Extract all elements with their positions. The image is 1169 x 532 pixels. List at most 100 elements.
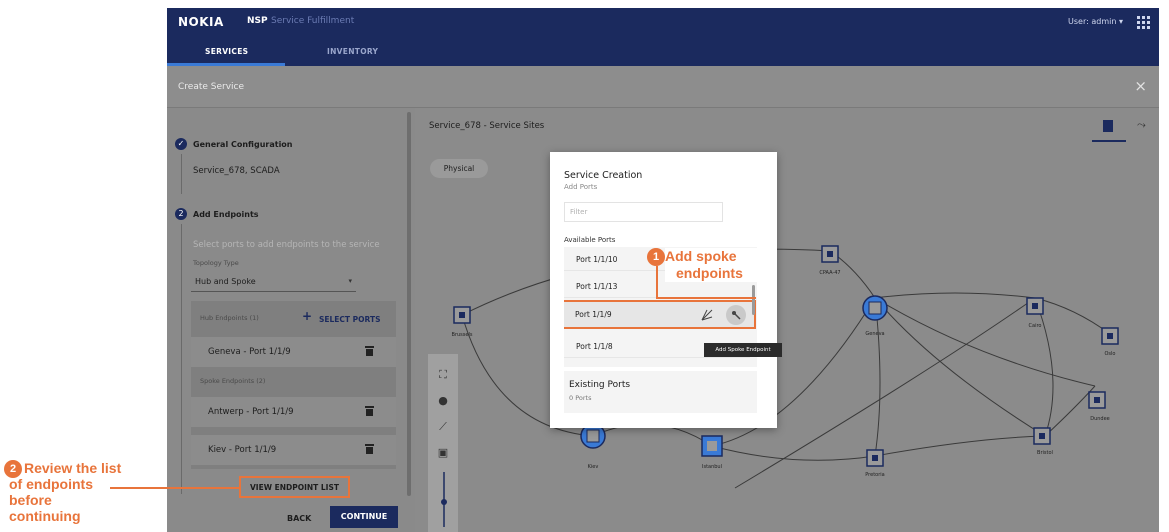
node-label: Kiev — [588, 464, 599, 470]
port-label: Port 1/1/10 — [576, 255, 618, 264]
topology-map: Brussels CPAA-47 Geneva Cairo Oslo Dunde… — [452, 245, 1119, 489]
step2-number-badge: 2 — [175, 208, 187, 220]
step-connector — [181, 154, 182, 194]
caret-down-icon: ▾ — [348, 277, 352, 285]
add-spoke-endpoint-tooltip: Add Spoke Endpoint — [704, 343, 782, 357]
hub-endpoint-label: Geneva - Port 1/1/9 — [208, 347, 291, 357]
node-pretoria: Pretoria — [865, 449, 885, 478]
step1-title: General Configuration — [193, 140, 293, 149]
topology-select[interactable]: Hub and Spoke ▾ — [191, 273, 356, 292]
zoom-slider[interactable] — [441, 472, 447, 527]
port-label: Port 1/1/8 — [576, 342, 613, 351]
filter-input[interactable]: Filter — [564, 202, 723, 222]
add-spoke-endpoint-icon[interactable] — [726, 305, 746, 325]
node-oslo: Oslo — [1101, 327, 1119, 357]
spoke-endpoint-row: Antwerp - Port 1/1/9 — [191, 397, 396, 427]
map-toolbar: ⛶ ● ⟋ ▣ — [428, 354, 458, 532]
callout-2-text: of endpoints before continuing — [9, 476, 93, 524]
callout-1-line1: Add spoke — [665, 248, 737, 264]
port-label: Port 1/1/13 — [576, 282, 618, 291]
callout-1-text: Add spoke endpoints — [665, 248, 763, 282]
node-label: Pretoria — [865, 472, 884, 478]
view-endpoint-list-button[interactable]: VIEW ENDPOINT LIST — [239, 476, 350, 498]
spoke-endpoint-label: Kiev - Port 1/1/9 — [208, 445, 277, 455]
available-ports-label: Available Ports — [564, 236, 616, 244]
left-panel-scrollbar[interactable] — [407, 112, 411, 496]
tab-bar: SERVICES INVENTORY — [167, 38, 1159, 66]
spoke-endpoints-header: Spoke Endpoints (2) — [200, 377, 266, 385]
node-label: Dundee — [1090, 416, 1110, 422]
nokia-logo: NOKIA — [178, 15, 224, 29]
callout-1-leader — [656, 266, 658, 299]
top-bar: NOKIA NSP Service Fulfillment User: admi… — [167, 8, 1159, 38]
zoom-slider-handle — [441, 499, 447, 505]
node-cairo: Cairo — [1026, 297, 1044, 329]
node-dundee: Dundee — [1088, 391, 1110, 422]
step-connector — [181, 224, 182, 494]
close-icon[interactable]: × — [1134, 77, 1147, 95]
app-grid-icon[interactable] — [1137, 16, 1150, 29]
spoke-endpoint-label: Antwerp - Port 1/1/9 — [208, 407, 294, 417]
page-header: Create Service × — [167, 66, 1159, 108]
callout-2-line1: Review the list — [24, 460, 122, 476]
trash-icon[interactable] — [365, 346, 374, 356]
layers-icon[interactable]: ▣ — [428, 446, 458, 459]
node-brussels: Brussels — [452, 306, 473, 338]
step2-title: Add Endpoints — [193, 210, 259, 219]
node-geneva-hub: Geneva — [862, 295, 888, 337]
port-row-selected[interactable]: Port 1/1/9 — [564, 300, 756, 329]
node-kiev: Kiev — [580, 423, 606, 470]
dialog-title: Service Creation — [564, 170, 643, 181]
node-label: CPAA-47 — [819, 270, 840, 276]
product-name: Service Fulfillment — [271, 16, 355, 26]
page-title: Create Service — [178, 82, 245, 92]
callout-2-line3: before — [9, 492, 52, 508]
callout-2-line2: of endpoints — [9, 476, 93, 492]
filter-placeholder: Filter — [570, 208, 588, 216]
node-label: Bristol — [1037, 450, 1053, 456]
callout-2-text: Review the list — [24, 460, 121, 476]
add-node-icon[interactable]: ● — [428, 394, 458, 407]
port-list-scrollbar[interactable] — [752, 285, 755, 315]
view-endpoint-list-label: VIEW ENDPOINT LIST — [250, 483, 339, 492]
user-menu[interactable]: User: admin ▾ — [1068, 17, 1123, 26]
node-bristol: Bristol — [1033, 427, 1053, 456]
spoke-endpoint-icon[interactable] — [700, 308, 714, 322]
step2-hint: Select ports to add endpoints to the ser… — [193, 240, 380, 250]
callout-2-leader — [110, 487, 239, 489]
callout-1-line2: endpoints — [676, 265, 743, 281]
back-button[interactable]: BACK — [287, 514, 311, 523]
dialog-subtitle: Add Ports — [564, 183, 598, 191]
node-cpaa: CPAA-47 — [819, 245, 841, 276]
tab-inventory[interactable]: INVENTORY — [327, 47, 378, 56]
tab-services[interactable]: SERVICES — [205, 47, 248, 56]
node-label: Cairo — [1029, 323, 1042, 329]
step1-summary: Service_678, SCADA — [193, 166, 280, 176]
hub-endpoints-header: Hub Endpoints (1) — [200, 314, 259, 322]
app-name: NSP — [247, 16, 268, 26]
callout-1-leader — [656, 297, 756, 299]
node-label: Brussels — [452, 332, 473, 338]
continue-button[interactable]: CONTINUE — [330, 506, 398, 528]
endpoints-box: Hub Endpoints (1) Geneva - Port 1/1/9 Sp… — [191, 301, 396, 469]
port-label: Port 1/1/9 — [575, 310, 612, 319]
callout-2-line4: continuing — [9, 508, 81, 524]
plus-icon[interactable]: + — [302, 309, 312, 323]
add-link-icon[interactable]: ⟋ — [428, 420, 458, 434]
node-label: Geneva — [865, 331, 884, 337]
topology-label: Topology Type — [193, 259, 239, 267]
node-label: Oslo — [1105, 351, 1116, 357]
fit-to-screen-icon[interactable]: ⛶ — [428, 368, 458, 382]
trash-icon[interactable] — [365, 444, 374, 454]
callout-1-badge: 1 — [647, 248, 665, 266]
step-complete-check-icon: ✓ — [175, 138, 187, 150]
existing-ports-count: 0 Ports — [569, 394, 592, 402]
add-ports-dialog: Service Creation Add Ports Filter Availa… — [550, 152, 777, 428]
hub-endpoint-row: Geneva - Port 1/1/9 — [191, 337, 396, 367]
topology-value: Hub and Spoke — [195, 277, 256, 286]
existing-ports-title: Existing Ports — [569, 380, 631, 390]
trash-icon[interactable] — [365, 406, 374, 416]
select-ports-button[interactable]: SELECT PORTS — [319, 315, 381, 324]
node-label: Istanbul — [702, 464, 722, 470]
existing-ports-section: Existing Ports 0 Ports — [564, 371, 757, 413]
